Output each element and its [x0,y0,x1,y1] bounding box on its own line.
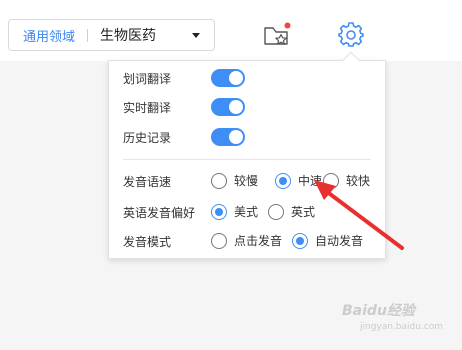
toggle-label: 历史记录 [123,130,172,145]
option-label: 中速 [298,174,323,188]
history-toggle[interactable] [211,128,245,146]
mode-option-click[interactable]: 点击发音 [211,232,282,249]
option-label: 点击发音 [234,234,283,248]
divider [123,159,371,160]
radio-fast[interactable] [323,172,339,189]
speed-option-slow[interactable]: 较慢 [211,172,258,189]
domain-label: 通用领域 [23,29,76,45]
domain-divider [87,28,89,42]
chevron-down-icon[interactable] [192,33,200,38]
option-label: 英式 [291,205,316,219]
accent-label: 英语发音偏好 [123,205,196,220]
watermark: Baidu经验 [342,303,415,319]
radio-medium[interactable] [275,172,291,189]
option-label: 较快 [346,174,371,188]
radio-auto[interactable] [292,232,308,249]
toggle-label: 划词翻译 [123,71,172,86]
toggle-knob [229,130,243,144]
toggle-row-realtime-translate: 实时翻译 [123,97,245,117]
star-folder-icon[interactable] [262,21,292,47]
radio-slow[interactable] [211,172,227,189]
toggle-row-select-translate: 划词翻译 [123,68,245,88]
mode-row: 发音模式 点击发音 自动发音 [123,231,383,251]
accent-option-uk[interactable]: 英式 [268,203,315,220]
settings-panel: 划词翻译 实时翻译 历史记录 发音语速 较慢 中速 较快 英语发音偏好 美式 英… [108,51,386,259]
option-label: 美式 [234,205,259,219]
mode-label: 发音模式 [123,234,172,249]
watermark-url: jingyan.baidu.com [360,322,444,332]
speed-label: 发音语速 [123,174,172,189]
select-translate-toggle[interactable] [211,69,245,87]
speed-option-medium[interactable]: 中速 [275,172,322,189]
radio-click[interactable] [211,232,227,249]
speed-row: 发音语速 较慢 中速 较快 [123,171,383,191]
accent-row: 英语发音偏好 美式 英式 [123,202,383,222]
speed-option-fast[interactable]: 较快 [323,172,370,189]
gear-icon[interactable] [338,21,364,47]
mode-option-auto[interactable]: 自动发音 [292,232,363,249]
toggle-label: 实时翻译 [123,100,172,115]
radio-uk[interactable] [268,203,284,220]
toggle-knob [229,100,243,114]
radio-us[interactable] [211,203,227,220]
toggle-row-history: 历史记录 [123,127,245,147]
option-label: 较慢 [234,174,259,188]
option-label: 自动发音 [315,234,364,248]
domain-selector[interactable]: 通用领域 生物医药 [8,19,215,51]
toggle-knob [229,71,243,85]
top-toolbar: 通用领域 生物医药 [0,0,462,61]
domain-value: 生物医药 [100,28,157,44]
accent-option-us[interactable]: 美式 [211,203,258,220]
realtime-translate-toggle[interactable] [211,98,245,116]
